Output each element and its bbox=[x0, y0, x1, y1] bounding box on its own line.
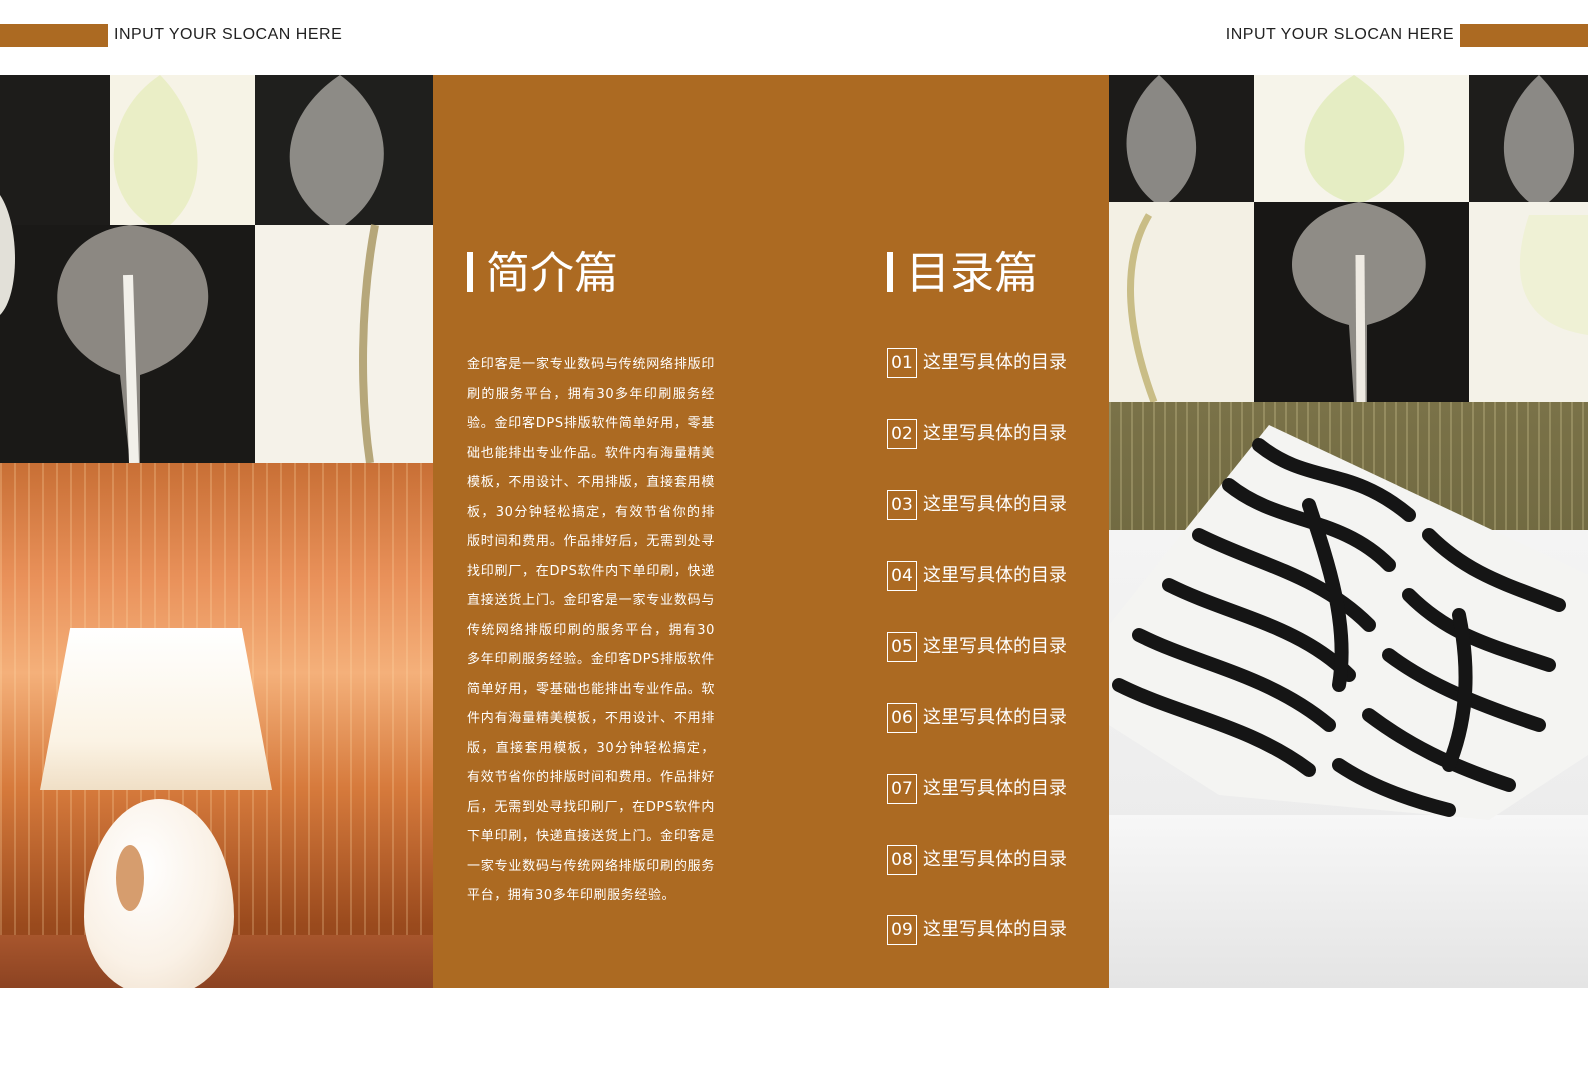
toc-item[interactable]: 09 这里写具体的目录 bbox=[887, 915, 1067, 947]
toc-item-label: 这里写具体的目录 bbox=[923, 636, 1067, 657]
bedroom-photo bbox=[1109, 75, 1588, 988]
intro-paragraph: 金印客是一家专业数码与传统网络排版印刷的服务平台，拥有30多年印刷服务经验。金印… bbox=[467, 357, 715, 903]
intro-title-bar bbox=[467, 252, 473, 292]
slogan-left: INPUT YOUR SLOCAN HERE bbox=[114, 26, 343, 43]
bed-sheet bbox=[1109, 815, 1588, 988]
toc-item[interactable]: 08 这里写具体的目录 bbox=[887, 845, 1067, 877]
leaf-art-graphic bbox=[1109, 75, 1588, 402]
toc-number-box: 06 bbox=[887, 703, 917, 733]
leaf-art-graphic bbox=[0, 75, 433, 464]
toc-item-label: 这里写具体的目录 bbox=[923, 849, 1067, 870]
toc-item-label: 这里写具体的目录 bbox=[923, 707, 1067, 728]
toc-item[interactable]: 04 这里写具体的目录 bbox=[887, 561, 1067, 593]
toc-item[interactable]: 02 这里写具体的目录 bbox=[887, 419, 1067, 451]
toc-item-label: 这里写具体的目录 bbox=[923, 352, 1067, 373]
toc-title-bar bbox=[887, 252, 893, 292]
toc-item-label: 这里写具体的目录 bbox=[923, 778, 1067, 799]
lamp-base-hole bbox=[116, 845, 144, 911]
lampshade bbox=[40, 628, 272, 790]
lamp-photo bbox=[0, 75, 433, 988]
toc-item[interactable]: 05 这里写具体的目录 bbox=[887, 632, 1067, 664]
header-accent-bar-left bbox=[0, 24, 108, 47]
toc-number-box: 08 bbox=[887, 845, 917, 875]
toc-number-box: 04 bbox=[887, 561, 917, 591]
toc-item[interactable]: 06 这里写具体的目录 bbox=[887, 703, 1067, 735]
toc-number-box: 03 bbox=[887, 490, 917, 520]
zebra-pillow bbox=[1109, 425, 1588, 820]
toc-item-label: 这里写具体的目录 bbox=[923, 565, 1067, 586]
toc-item-label: 这里写具体的目录 bbox=[923, 494, 1067, 515]
leaf-art-wall bbox=[0, 75, 433, 464]
toc-number-box: 01 bbox=[887, 348, 917, 378]
toc-item-label: 这里写具体的目录 bbox=[923, 423, 1067, 444]
intro-title: 简介篇 bbox=[486, 248, 618, 299]
toc-item[interactable]: 07 这里写具体的目录 bbox=[887, 774, 1067, 806]
toc-number-box: 07 bbox=[887, 774, 917, 804]
toc-title: 目录篇 bbox=[906, 248, 1038, 299]
toc-item[interactable]: 01 这里写具体的目录 bbox=[887, 348, 1067, 380]
toc-item[interactable]: 03 这里写具体的目录 bbox=[887, 490, 1067, 522]
slogan-right: INPUT YOUR SLOCAN HERE bbox=[1225, 26, 1454, 43]
toc-item-label: 这里写具体的目录 bbox=[923, 919, 1067, 940]
header-accent-bar-right bbox=[1460, 24, 1588, 47]
toc-number-box: 02 bbox=[887, 419, 917, 449]
toc-number-box: 09 bbox=[887, 915, 917, 945]
toc-number-box: 05 bbox=[887, 632, 917, 662]
